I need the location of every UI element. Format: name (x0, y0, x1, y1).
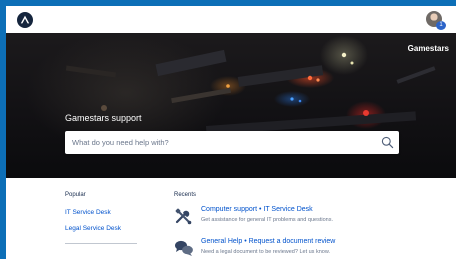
recent-item[interactable]: General Help • Request a document review… (174, 238, 434, 259)
recent-item-title: General Help • Request a document review (201, 238, 336, 245)
search-box (65, 131, 399, 154)
portal-logo-icon[interactable] (17, 12, 33, 28)
chat-bubbles-icon (175, 240, 193, 256)
recent-item-description: Need a legal document to be reviewed? Le… (201, 249, 331, 255)
popular-link-it-service-desk[interactable]: IT Service Desk (65, 209, 111, 216)
hero-banner: Gamestars Gamestars support (6, 33, 456, 178)
hero-title: Gamestars support (65, 113, 142, 123)
popular-link-legal-service-desk[interactable]: Legal Service Desk (65, 225, 121, 232)
recent-item-title: Computer support • IT Service Desk (201, 206, 313, 213)
recent-item[interactable]: Computer support • IT Service Desk Get a… (174, 206, 434, 228)
popular-divider (65, 243, 137, 244)
notification-badge: 1 (436, 21, 446, 30)
search-input[interactable] (65, 131, 375, 154)
search-icon[interactable] (381, 136, 394, 149)
hero-brand-name: Gamestars (407, 44, 449, 53)
top-bar: 1 (6, 6, 456, 33)
popular-heading: Popular (65, 192, 86, 198)
recent-item-description: Get assistance for general IT problems a… (201, 217, 333, 223)
hero-background-image (65, 49, 436, 135)
portal-window: 1 Gamestars Gamestars support What do yo… (6, 6, 456, 259)
recents-heading: Recents (174, 192, 197, 198)
tools-icon (175, 208, 192, 225)
